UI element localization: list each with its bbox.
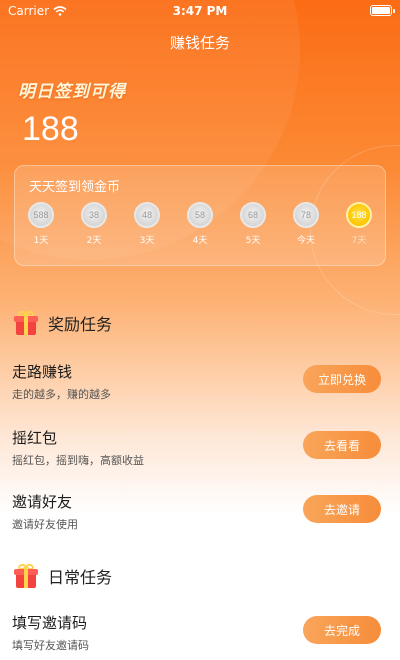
task-description: 填写好友邀请码	[12, 639, 89, 652]
tomorrow-reward-label: 明日签到可得	[18, 82, 126, 102]
task-row: 摇红包 摇红包，摇到嗨，高额收益 去看看	[12, 427, 388, 471]
reward-section-header: 奖励任务	[14, 309, 113, 335]
day-label: 1天	[33, 236, 49, 246]
coin-icon: 588	[28, 202, 54, 228]
section-title: 奖励任务	[48, 315, 113, 334]
complete-button[interactable]: 去完成	[303, 616, 381, 644]
checkin-day[interactable]: 38 2天	[74, 202, 114, 246]
coin-icon: 58	[187, 202, 213, 228]
gift-icon	[14, 309, 38, 335]
task-row: 走路赚钱 走的越多，赚的越多 立即兑换	[12, 361, 388, 405]
task-description: 邀请好友使用	[12, 518, 78, 531]
checkin-day[interactable]: 78 今天	[286, 202, 326, 246]
day-label: 5天	[245, 236, 261, 246]
gift-icon	[14, 562, 38, 588]
checkin-title: 天天签到领金币	[29, 180, 121, 195]
invite-button[interactable]: 去邀请	[303, 495, 381, 523]
status-bar: Carrier 3:47 PM	[0, 0, 400, 22]
task-name: 填写邀请码	[12, 614, 88, 632]
task-name: 走路赚钱	[12, 363, 73, 381]
checkin-day[interactable]: 188 7天	[339, 202, 379, 246]
task-row: 邀请好友 邀请好友使用 去邀请	[12, 491, 388, 535]
clock: 3:47 PM	[172, 4, 228, 18]
day-label: 3天	[139, 236, 155, 246]
task-name: 摇红包	[12, 429, 58, 447]
coin-icon: 48	[134, 202, 160, 228]
day-label: 7天	[351, 236, 367, 246]
task-description: 走的越多，赚的越多	[12, 388, 111, 401]
coin-icon: 68	[240, 202, 266, 228]
day-label: 今天	[296, 236, 315, 246]
section-title: 日常任务	[48, 568, 113, 587]
daily-section-header: 日常任务	[14, 562, 113, 588]
checkin-card: 天天签到领金币 588 1天 38 2天 48 3天 58 4天 68 5天 7…	[14, 165, 386, 266]
task-description: 摇红包，摇到嗨，高额收益	[12, 454, 144, 467]
coin-icon: 78	[293, 202, 319, 228]
tomorrow-reward-amount: 188	[22, 110, 79, 148]
day-label: 4天	[192, 236, 208, 246]
checkin-days: 588 1天 38 2天 48 3天 58 4天 68 5天 78 今天 188…	[15, 202, 387, 252]
exchange-button[interactable]: 立即兑换	[303, 365, 381, 393]
view-button[interactable]: 去看看	[303, 431, 381, 459]
checkin-day[interactable]: 58 4天	[180, 202, 220, 246]
task-row: 填写邀请码 填写好友邀请码 去完成	[12, 612, 388, 656]
coin-icon: 38	[81, 202, 107, 228]
task-name: 邀请好友	[12, 493, 73, 511]
checkin-day[interactable]: 68 5天	[233, 202, 273, 246]
checkin-day[interactable]: 48 3天	[127, 202, 167, 246]
battery-icon	[370, 5, 395, 16]
day-label: 2天	[86, 236, 102, 246]
page-title: 赚钱任务	[169, 34, 230, 52]
gold-coin-icon: 188	[346, 202, 372, 228]
checkin-day[interactable]: 588 1天	[21, 202, 61, 246]
